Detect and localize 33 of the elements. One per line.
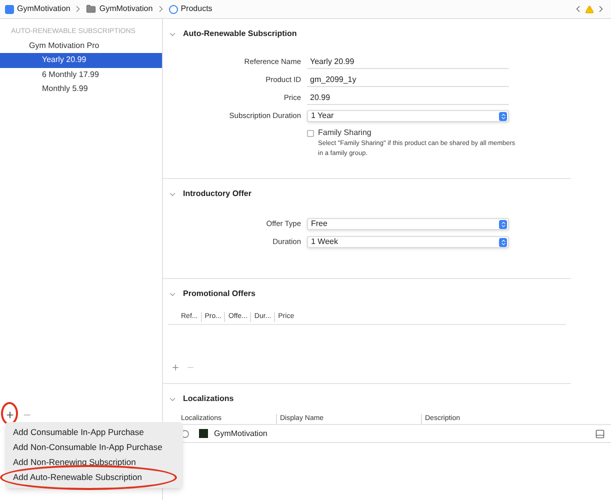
app-icon (199, 429, 208, 438)
sidebar-group[interactable]: Gym Motivation Pro (0, 38, 162, 53)
section-title: Auto-Renewable Subscription (183, 28, 297, 40)
menu-item[interactable]: Add Auto-Renewable Subscription (5, 470, 183, 485)
popup-button[interactable]: 1 Week (307, 236, 509, 248)
section-title: Promotional Offers (183, 288, 256, 300)
text-field[interactable]: 20.99 (307, 91, 509, 105)
scheme-label[interactable]: GymMotivation (214, 428, 268, 440)
app-icon (5, 4, 14, 14)
section-title: Localizations (183, 393, 234, 405)
stepper-icon (499, 220, 507, 228)
checkbox[interactable] (307, 130, 314, 136)
breadcrumb-item[interactable]: GymMotivation (99, 3, 153, 15)
sidebar-item[interactable]: 6 Monthly 17.99 (0, 68, 162, 82)
text-field[interactable]: Yearly 20.99 (307, 55, 509, 69)
sidebar-item[interactable]: Monthly 5.99 (0, 82, 162, 96)
folder-icon (86, 4, 96, 14)
stepper-icon (499, 238, 507, 246)
breadcrumb-item[interactable]: Products (180, 3, 212, 15)
checkbox-label: Family Sharing (318, 127, 372, 139)
sidebar-item[interactable]: Yearly 20.99 (0, 53, 162, 68)
menu-item[interactable]: Add Non-Renewing Subscription (5, 455, 183, 470)
panel-icon[interactable] (595, 428, 605, 438)
stepper-icon (499, 112, 507, 120)
menu-item[interactable]: Add Non-Consumable In-App Purchase (5, 440, 183, 455)
warning-icon[interactable] (585, 4, 594, 14)
section-title: Introductory Offer (183, 188, 252, 200)
menu-item[interactable]: Add Consumable In-App Purchase (5, 425, 183, 440)
text-field[interactable]: gm_2099_1y (307, 73, 509, 87)
add-icon[interactable] (5, 410, 15, 420)
breadcrumb-item[interactable]: GymMotivation (17, 3, 70, 15)
popup-button[interactable]: 1 Year (307, 110, 509, 122)
popup-button[interactable]: Free (307, 218, 509, 230)
